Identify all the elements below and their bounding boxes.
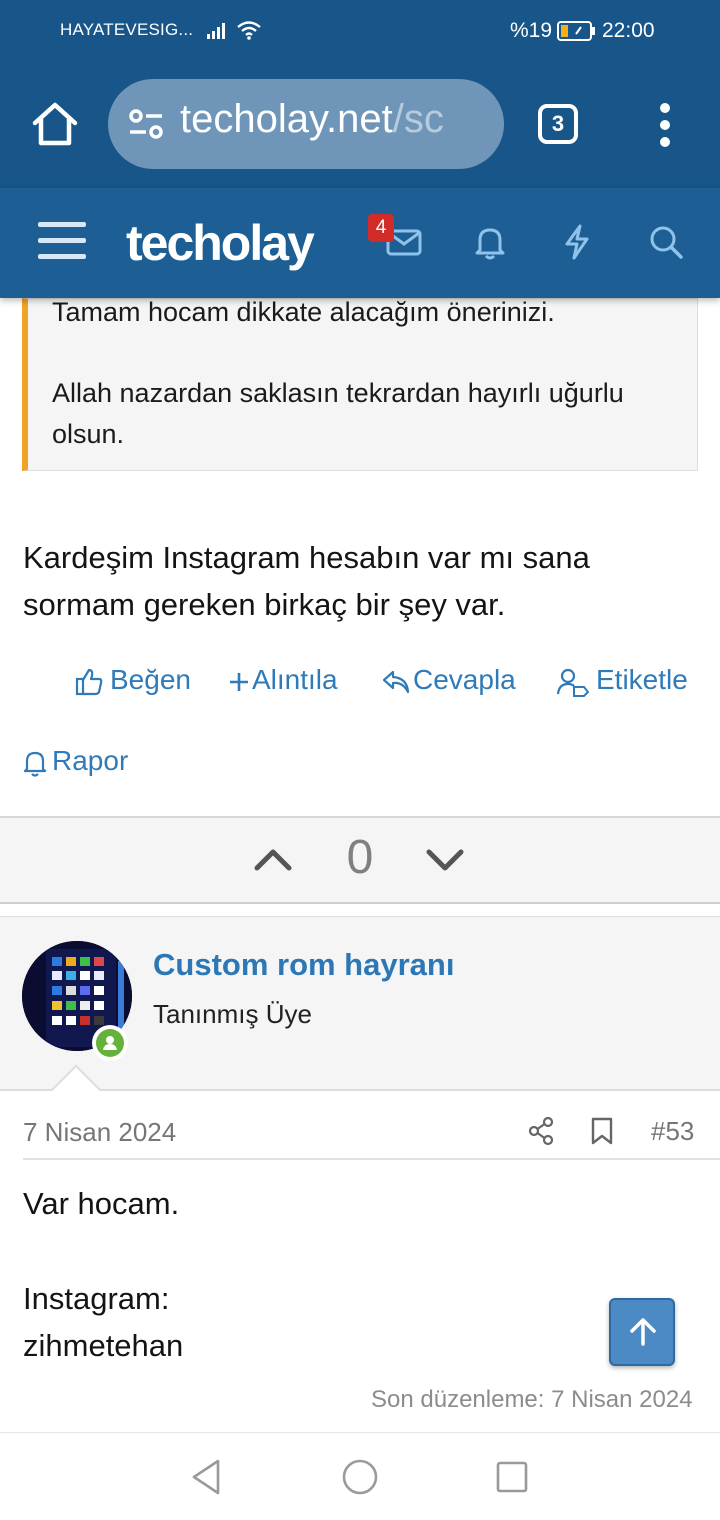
home-icon[interactable] (30, 99, 80, 149)
post-text-line-1: Kardeşim Instagram hesabın var mı sana (23, 540, 590, 575)
post-body-line-3: zihmetehan (23, 1328, 184, 1363)
user-title: Tanınmış Üye (153, 999, 312, 1029)
back-icon[interactable] (188, 1457, 224, 1497)
plus-icon (230, 672, 248, 691)
thumbs-up-icon (75, 668, 103, 695)
bookmark-icon[interactable] (590, 1116, 614, 1146)
wifi-icon (237, 21, 261, 40)
search-icon[interactable] (646, 222, 686, 262)
last-edited-note: Son düzenleme: 7 Nisan 2024 (371, 1386, 693, 1413)
post-text-line-2: sormam gereken birkaç bir şey var. (23, 587, 506, 622)
quote-line-1: Tamam hocam dikkate alacağım önerinizi. (52, 297, 555, 327)
arrow-up-icon (630, 1318, 656, 1346)
quote-label: Alıntıla (252, 664, 338, 695)
post-body-line-2: Instagram: (23, 1281, 170, 1316)
site-header: techolay 4 (0, 188, 720, 298)
site-settings-icon[interactable] (128, 107, 164, 141)
tag-label: Etiketle (596, 664, 688, 695)
quote-line-2: Allah nazardan saklasın tekrardan hayırl… (52, 378, 624, 449)
user-tag-icon (556, 668, 590, 697)
online-status-icon (92, 1025, 128, 1061)
report-label: Rapor (52, 745, 129, 776)
url-text: techolay.net/sc (180, 97, 444, 142)
report-button[interactable]: Rapor (22, 745, 128, 777)
reply-button[interactable]: Cevapla (381, 664, 516, 696)
chevron-up-icon[interactable] (252, 840, 294, 880)
bolt-icon[interactable] (557, 222, 597, 262)
post-body-line-1: Var hocam. (23, 1186, 180, 1221)
quote-button[interactable]: Alıntıla (228, 664, 338, 696)
hamburger-icon[interactable] (38, 222, 86, 262)
like-label: Beğen (110, 664, 191, 695)
divider (23, 1158, 720, 1160)
vote-count: 0 (346, 831, 374, 884)
battery-icon (557, 21, 595, 41)
signal-icon (207, 23, 225, 39)
reply-label: Cevapla (413, 664, 516, 695)
carrier-name: HAYATEVESIG... (60, 20, 194, 39)
tab-switcher-button[interactable]: 3 (538, 104, 578, 144)
post-number-link[interactable]: #53 (651, 1116, 694, 1147)
browser-toolbar: techolay.net/sc 3 (0, 62, 720, 188)
username-link[interactable]: Custom rom hayranı (153, 947, 454, 983)
address-bar[interactable]: techolay.net/sc (108, 79, 504, 169)
status-bar: HAYATEVESIG... %19 22:00 (0, 0, 720, 62)
scroll-to-top-button[interactable] (609, 1298, 675, 1366)
system-navigation-bar (0, 1432, 720, 1520)
battery-percent: %19 (510, 19, 553, 42)
like-button[interactable]: Beğen (74, 664, 191, 697)
more-vert-icon[interactable] (658, 102, 672, 148)
clock: 22:00 (602, 19, 655, 42)
url-host: techolay.net (180, 97, 393, 141)
quote-block: Tamam hocam dikkate alacağım önerinizi. … (22, 297, 698, 471)
bell-icon (23, 751, 47, 777)
bell-icon[interactable] (470, 222, 510, 262)
post-user-card: Custom rom hayranı Tanınmış Üye (0, 916, 720, 1091)
chevron-down-icon[interactable] (424, 840, 466, 880)
site-logo[interactable]: techolay (126, 214, 315, 272)
home-circle-icon[interactable] (341, 1457, 379, 1497)
tag-button[interactable]: Etiketle (556, 664, 688, 697)
reply-icon (382, 670, 410, 693)
url-path: /sc (392, 97, 444, 141)
share-icon[interactable] (527, 1116, 555, 1146)
recents-icon[interactable] (495, 1457, 529, 1497)
vote-bar: 0 (0, 816, 720, 904)
post-date[interactable]: 7 Nisan 2024 (23, 1117, 176, 1148)
inbox-badge: 4 (368, 214, 394, 242)
